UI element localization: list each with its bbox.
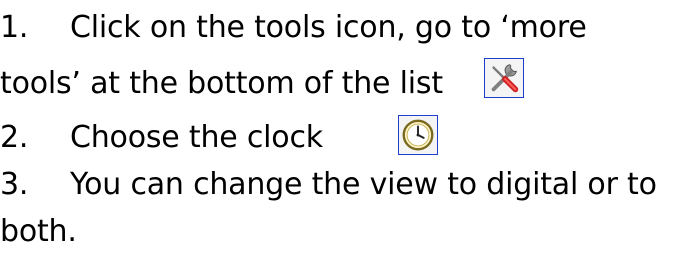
step-3-line-2: both.: [0, 212, 77, 252]
tools-icon[interactable]: [484, 58, 524, 98]
step-1-line-1: 1. Click on the tools icon, go to ‘more: [0, 8, 587, 48]
step-3-text-line-1: You can change the view to digital or to: [70, 167, 657, 202]
step-2-line: 2. Choose the clock: [0, 118, 323, 158]
clock-icon[interactable]: [398, 115, 438, 155]
step-3-line-1: 3. You can change the view to digital or …: [0, 165, 657, 205]
step-3-number: 3.: [0, 167, 29, 202]
step-1-text-line-2: tools’ at the bottom of the list: [0, 66, 443, 101]
step-3-text-line-2: both.: [0, 214, 77, 249]
step-1-text-line-1: Click on the tools icon, go to ‘more: [70, 10, 587, 45]
step-1-line-2: tools’ at the bottom of the list: [0, 64, 443, 104]
step-1-number: 1.: [0, 10, 29, 45]
tools-icon-graphic: [491, 64, 519, 93]
step-2-number: 2.: [0, 120, 29, 155]
step-2-text: Choose the clock: [70, 120, 323, 155]
clock-icon-graphic: [402, 119, 434, 151]
